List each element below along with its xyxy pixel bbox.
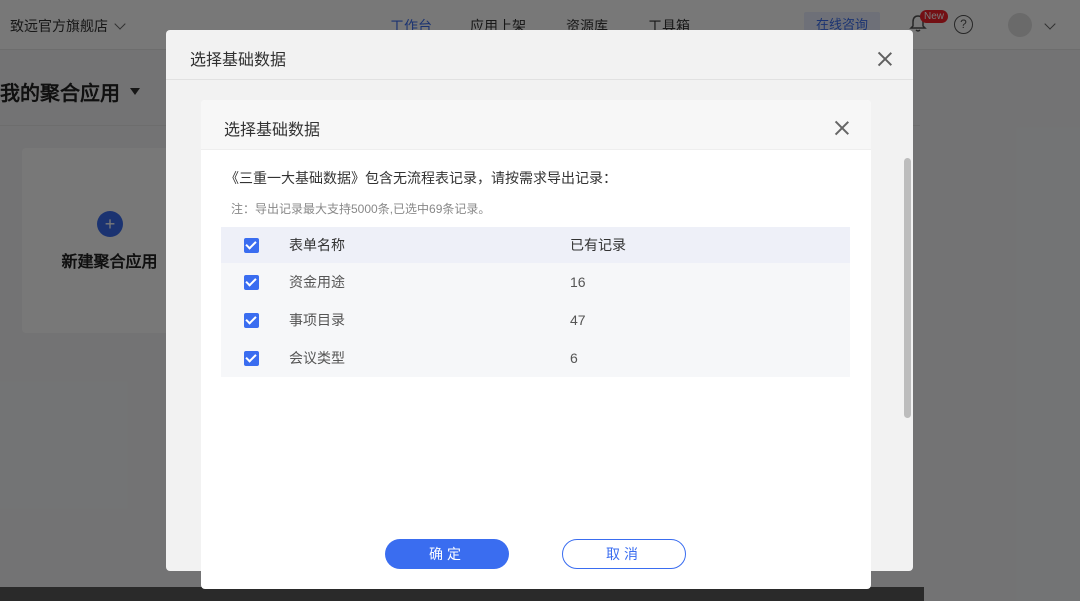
select-base-data-dialog: 选择基础数据 《三重一大基础数据》包含无流程表记录，请按需求导出记录： 注：导出…: [201, 100, 871, 589]
table-row[interactable]: 会议类型 6: [221, 339, 850, 377]
close-icon[interactable]: [835, 121, 849, 135]
dialog-description: 《三重一大基础数据》包含无流程表记录，请按需求导出记录：: [225, 170, 617, 186]
form-table: 表单名称 已有记录 资金用途 16 事项目录 47 会议类型 6: [221, 227, 850, 377]
table-row[interactable]: 事项目录 47: [221, 301, 850, 339]
row-checkbox[interactable]: [244, 312, 259, 328]
table-header: 表单名称 已有记录: [221, 227, 850, 263]
header-form-name: 表单名称: [289, 237, 345, 253]
row-checkbox[interactable]: [244, 274, 259, 290]
row-record-count: 47: [570, 312, 586, 328]
confirm-button[interactable]: 确定: [385, 539, 509, 569]
table-row[interactable]: 资金用途 16: [221, 263, 850, 301]
row-form-name: 会议类型: [289, 350, 345, 366]
dialog-title: 选择基础数据: [201, 100, 871, 150]
cancel-button[interactable]: 取消: [562, 539, 686, 569]
row-record-count: 6: [570, 350, 578, 366]
row-form-name: 资金用途: [289, 274, 345, 290]
select-all-checkbox[interactable]: [244, 237, 259, 253]
header-record-count: 已有记录: [570, 237, 626, 253]
row-form-name: 事项目录: [289, 312, 345, 328]
row-record-count: 16: [570, 274, 586, 290]
row-checkbox[interactable]: [244, 350, 259, 366]
dialog-note: 注：导出记录最大支持5000条,已选中69条记录。: [231, 202, 491, 216]
